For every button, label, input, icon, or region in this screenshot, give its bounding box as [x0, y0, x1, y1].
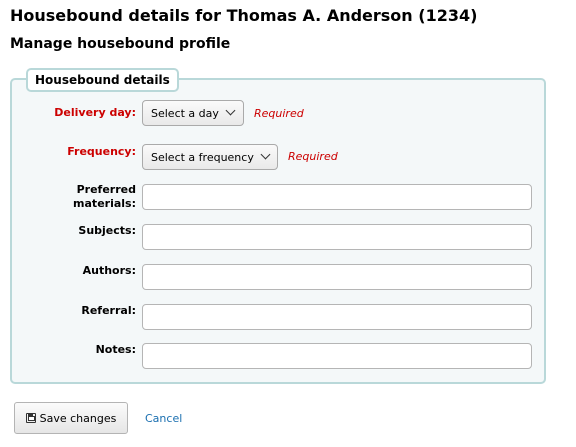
chevron-down-icon	[225, 105, 236, 116]
frequency-select[interactable]: Select a frequency	[142, 144, 278, 170]
save-icon	[25, 413, 36, 423]
referral-label: Referral:	[81, 304, 136, 317]
notes-label: Notes:	[95, 343, 136, 356]
subjects-input[interactable]	[142, 224, 532, 250]
frequency-required: Required	[288, 150, 338, 163]
save-changes-label: Save changes	[39, 411, 117, 425]
authors-label: Authors:	[82, 264, 136, 277]
authors-input[interactable]	[142, 264, 532, 290]
housebound-details-fieldset: Housebound details Delivery day: Select …	[10, 68, 546, 384]
delivery-day-select-value: Select a day	[151, 106, 219, 120]
page-title: Housebound details for Thomas A. Anderso…	[10, 6, 478, 25]
referral-input[interactable]	[142, 304, 532, 330]
save-changes-button[interactable]: Save changes	[14, 402, 128, 434]
delivery-day-required: Required	[254, 107, 304, 120]
subjects-label: Subjects:	[78, 224, 136, 237]
notes-input[interactable]	[142, 343, 532, 369]
frequency-select-value: Select a frequency	[151, 150, 254, 164]
delivery-day-select[interactable]: Select a day	[142, 100, 244, 126]
frequency-label: Frequency:	[67, 145, 136, 158]
preferred-materials-label: Preferred materials:	[73, 183, 136, 210]
delivery-day-label: Delivery day:	[54, 106, 136, 119]
preferred-materials-input[interactable]	[142, 184, 532, 210]
page-subtitle: Manage housebound profile	[10, 36, 231, 52]
fieldset-legend: Housebound details	[26, 68, 179, 92]
cancel-link[interactable]: Cancel	[145, 412, 182, 425]
chevron-down-icon	[260, 149, 271, 160]
